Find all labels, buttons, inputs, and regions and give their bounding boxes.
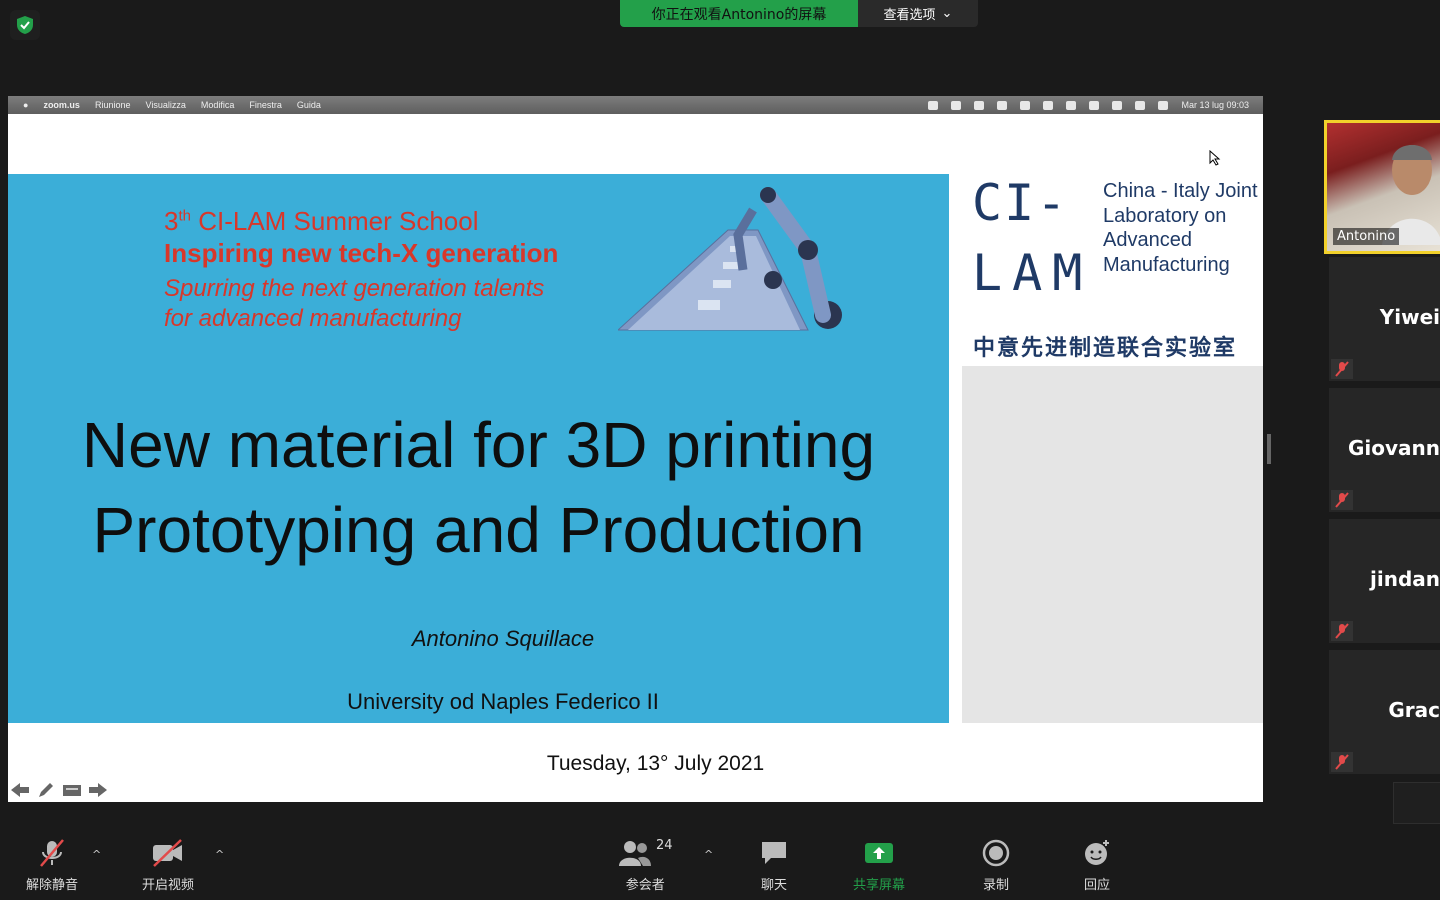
summer-school-title: 3th CI-LAM Summer School (164, 206, 479, 237)
chat-button[interactable]: 聊天 (759, 838, 789, 893)
control-center-icon (1135, 100, 1146, 110)
mouse-cursor-icon (1209, 150, 1221, 166)
audio-options-caret-icon[interactable]: ^ (92, 848, 101, 861)
security-shield-icon[interactable] (10, 10, 40, 40)
start-video-label: 开启视频 (142, 878, 195, 893)
muted-mic-icon (40, 839, 64, 867)
chat-label: 聊天 (760, 878, 787, 893)
muted-mic-icon (1331, 359, 1353, 379)
mac-status-area: Mar 13 lug 09:03 (928, 96, 1249, 114)
view-options-label: 查看选项 (883, 8, 936, 23)
share-screen-button[interactable]: 共享屏幕 (853, 838, 905, 893)
slide-university: University od Naples Federico II (347, 689, 659, 714)
cilam-logo-bottom: LAM (972, 244, 1093, 302)
slide-gray-panel (962, 366, 1263, 723)
view-options-dropdown[interactable]: 查看选项 ⌄ (858, 0, 978, 27)
muted-mic-icon (1331, 752, 1353, 772)
slide-title-line-2: Prototyping and Production (92, 494, 865, 566)
participants-options-caret-icon[interactable]: ^ (704, 848, 713, 861)
participant-name: Yiwei (1379, 305, 1440, 329)
slide-date: Tuesday, 13° July 2021 (546, 752, 765, 775)
participants-icon-group: 24 (618, 838, 673, 868)
record-label: 录制 (982, 878, 1009, 893)
chevron-down-icon: ⌄ (941, 6, 953, 21)
cloud-icon (997, 100, 1008, 110)
reactions-button[interactable]: 回应 (1082, 838, 1112, 893)
unmute-label: 解除静音 (26, 878, 79, 893)
menubar-item-modifica: Modifica (200, 100, 235, 110)
scroll-participants-button[interactable] (1393, 782, 1440, 824)
mac-menubar: ● zoom.us Riunione Visualizza Modifica F… (8, 96, 1263, 114)
panel-splitter-handle[interactable] (1267, 434, 1271, 464)
bluetooth-icon (1043, 100, 1054, 110)
video-options-caret-icon[interactable]: ^ (215, 848, 224, 861)
participants-count: 24 (656, 838, 673, 853)
record-button[interactable]: 录制 (981, 838, 1011, 893)
start-video-button[interactable]: 开启视频 (142, 838, 194, 893)
slide-title-line-1: New material for 3D printing (81, 409, 876, 481)
chat-icon (762, 842, 786, 864)
menubar-item-finestra: Finestra (249, 100, 282, 110)
time-machine-icon (1089, 100, 1100, 110)
participant-name: Giovann (1347, 436, 1440, 460)
menubar-item-visualizza: Visualizza (145, 100, 186, 110)
participant-tile[interactable]: Grac (1329, 650, 1440, 774)
participants-icon (619, 841, 651, 866)
apple-menu-icon: ● (23, 100, 29, 110)
menubar-item-riunione: Riunione (94, 100, 131, 110)
cloud-icon (974, 100, 985, 110)
menubar-clock: Mar 13 lug 09:03 (1181, 100, 1249, 110)
participant-tile[interactable]: jindan (1329, 519, 1440, 643)
next-slide-icon[interactable] (88, 782, 108, 798)
video-participant-name: Antonino (1333, 228, 1400, 245)
menubar-item-guida: Guida (296, 100, 321, 110)
cilam-chinese-name: 中意先进制造联合实验室 (973, 336, 1238, 361)
shield-icon (1020, 100, 1031, 110)
cilam-logo-top: CI- (972, 174, 1069, 232)
school-name: CI-LAM Summer School (190, 206, 479, 236)
spotlight-search-icon (1112, 100, 1123, 110)
siri-icon (1158, 100, 1169, 110)
active-speaker-video[interactable]: Antonino (1324, 120, 1440, 254)
summer-school-subtitle-1: Spurring the next generation talents (164, 275, 545, 302)
share-screen-icon (865, 843, 893, 863)
previous-slide-icon[interactable] (10, 782, 30, 798)
school-ordinal-suffix: th (178, 207, 191, 225)
reactions-label: 回应 (1083, 878, 1110, 893)
status-icon (928, 100, 939, 110)
participants-label: 参会者 (625, 878, 665, 893)
wifi-icon (1066, 100, 1077, 110)
participant-tile[interactable]: Yiwei (1329, 257, 1440, 381)
record-icon (982, 839, 1010, 867)
school-ordinal: 3 (164, 206, 179, 236)
muted-mic-icon (1331, 621, 1353, 641)
dropbox-icon (951, 100, 962, 110)
reactions-icon (1085, 840, 1109, 865)
participant-name: Grac (1388, 698, 1440, 722)
shared-screen: ● zoom.us Riunione Visualizza Modifica F… (8, 96, 1263, 802)
participant-name: jindan (1370, 567, 1440, 591)
muted-mic-icon (1331, 490, 1353, 510)
slide-navigation (10, 780, 108, 800)
slide-menu-icon[interactable] (62, 782, 82, 798)
pen-icon[interactable] (36, 780, 56, 800)
cilam-logo-text: China - Italy Joint Laboratory on Advanc… (1103, 180, 1258, 276)
participants-button[interactable]: 24 参会者 (618, 838, 673, 893)
unmute-button[interactable]: 解除静音 (26, 838, 78, 893)
menubar-item-zoom: zoom.us (43, 100, 80, 110)
summer-school-subtitle-2: for advanced manufacturing (164, 305, 462, 332)
viewing-screen-banner: 你正在观看Antonino的屏幕 (620, 0, 858, 27)
participant-tile[interactable]: Giovann (1329, 388, 1440, 512)
robot-arm-illustration (618, 187, 842, 331)
video-off-icon (153, 839, 182, 867)
summer-school-motto: Inspiring new tech-X generation (164, 238, 559, 268)
share-screen-label: 共享屏幕 (853, 878, 906, 893)
slide-author: Antonino Squillace (411, 626, 595, 651)
